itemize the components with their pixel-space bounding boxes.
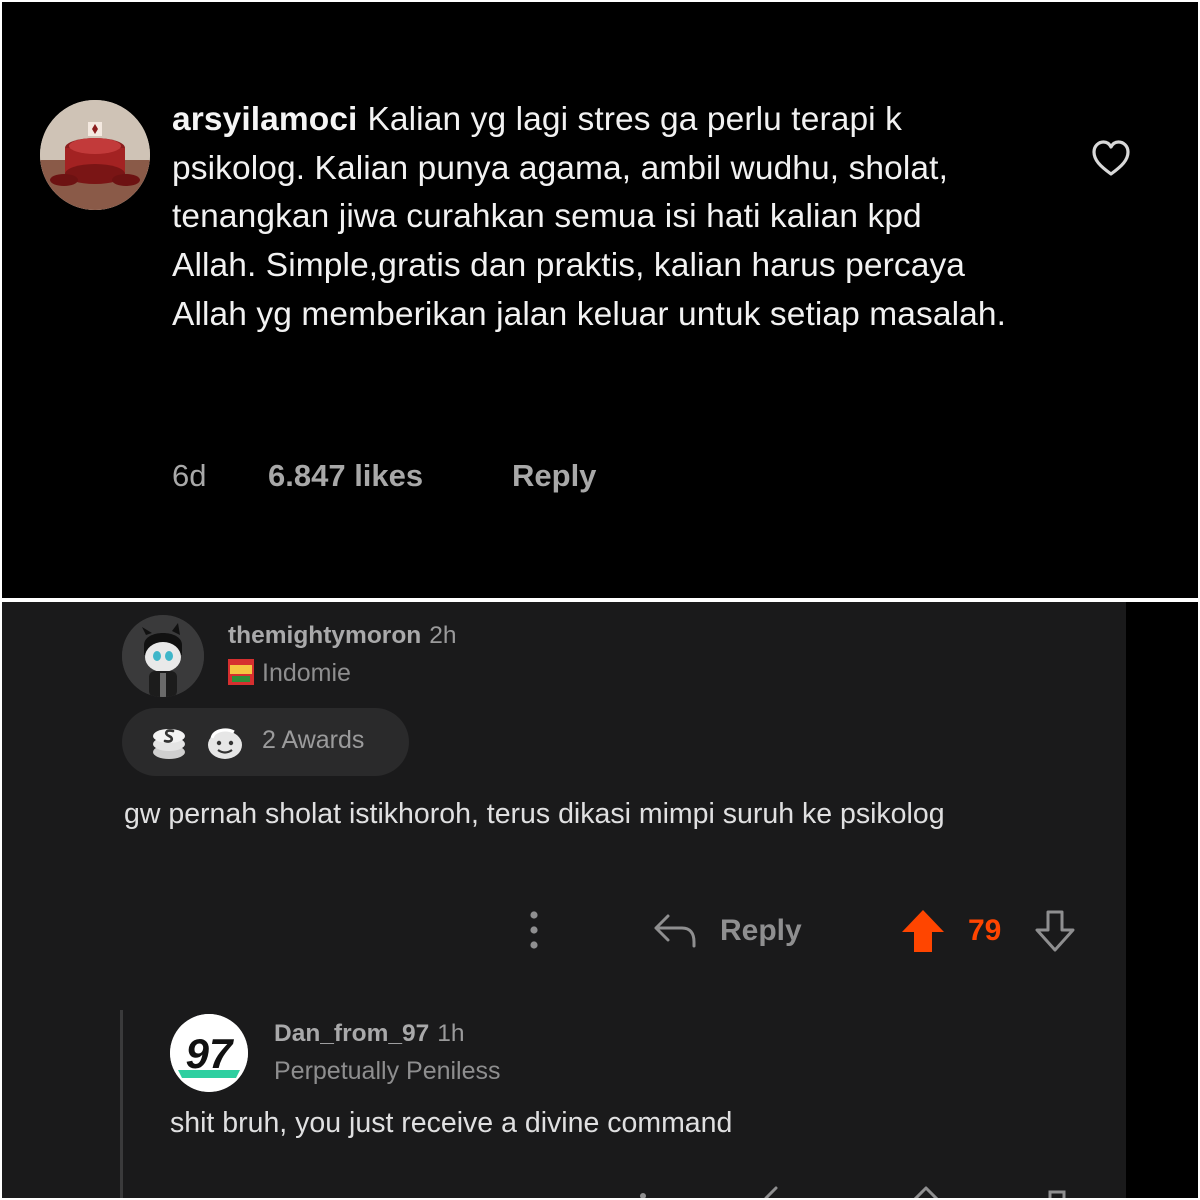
reply-username[interactable]: Dan_from_97	[274, 1020, 429, 1047]
reply-button[interactable]: Reply	[720, 914, 802, 948]
comment-author-row: themightymoron 2h	[228, 622, 457, 650]
panel-edge	[1126, 602, 1198, 1198]
user-avatar[interactable]	[122, 615, 204, 697]
comment-username[interactable]: themightymoron	[228, 622, 421, 649]
likes-count[interactable]: 6.847 likes	[268, 458, 423, 494]
reply-actions-partial	[2, 1182, 1122, 1198]
wholesome-award-icon	[208, 728, 242, 759]
reply-age: 1h	[437, 1020, 465, 1047]
user-avatar[interactable]: 97	[170, 1014, 248, 1092]
comment-age: 6d	[172, 458, 207, 493]
instagram-comment-panel: arsyilamoci Kalian yg lagi stres ga perlu…	[2, 2, 1198, 598]
awards-count: 2 Awards	[262, 726, 365, 754]
downvote-arrow-icon[interactable]	[1032, 908, 1078, 954]
downvote-arrow-icon[interactable]	[1042, 1182, 1072, 1198]
user-avatar[interactable]	[40, 100, 150, 210]
thread-line[interactable]	[120, 1010, 123, 1198]
comment-body: gw pernah sholat istikhoroh, terus dikas…	[124, 798, 945, 830]
reply-body: shit bruh, you just receive a divine com…	[170, 1107, 733, 1139]
reply-arrow-icon[interactable]	[652, 910, 698, 950]
comment-body: arsyilamoci Kalian yg lagi stres ga perlu…	[172, 96, 1012, 340]
avatar-97-logo: 97	[170, 1014, 248, 1092]
comment-actions: Reply 79	[2, 902, 1122, 962]
reply-user-flair: Perpetually Peniless	[274, 1057, 501, 1085]
comment-age: 2h	[429, 622, 457, 649]
indomie-flair-icon	[228, 659, 254, 685]
snoo-avatar-icon	[122, 615, 204, 697]
reply-author-row: Dan_from_97 1h	[274, 1020, 465, 1048]
reply-button[interactable]: Reply	[512, 458, 596, 494]
awards-pill[interactable]: 2 Awards	[122, 708, 409, 776]
avatar-text: 97	[186, 1030, 234, 1077]
silver-coin-award-icon	[153, 729, 185, 759]
user-flair: Indomie	[228, 659, 351, 688]
upvote-arrow-icon[interactable]	[906, 1182, 946, 1198]
cosmetic-jar-image	[40, 100, 150, 210]
vote-score: 79	[968, 914, 1002, 947]
comment-username[interactable]: arsyilamoci	[172, 101, 357, 138]
upvote-arrow-icon[interactable]	[900, 908, 946, 954]
more-vertical-icon[interactable]	[638, 1182, 648, 1198]
reply-arrow-icon[interactable]	[762, 1182, 792, 1198]
more-vertical-icon[interactable]	[526, 908, 542, 952]
heart-icon[interactable]	[1090, 138, 1132, 178]
flair-text: Indomie	[262, 659, 351, 687]
reddit-thread-panel: themightymoron 2h Indomie 2 Awards gw per…	[2, 602, 1198, 1198]
